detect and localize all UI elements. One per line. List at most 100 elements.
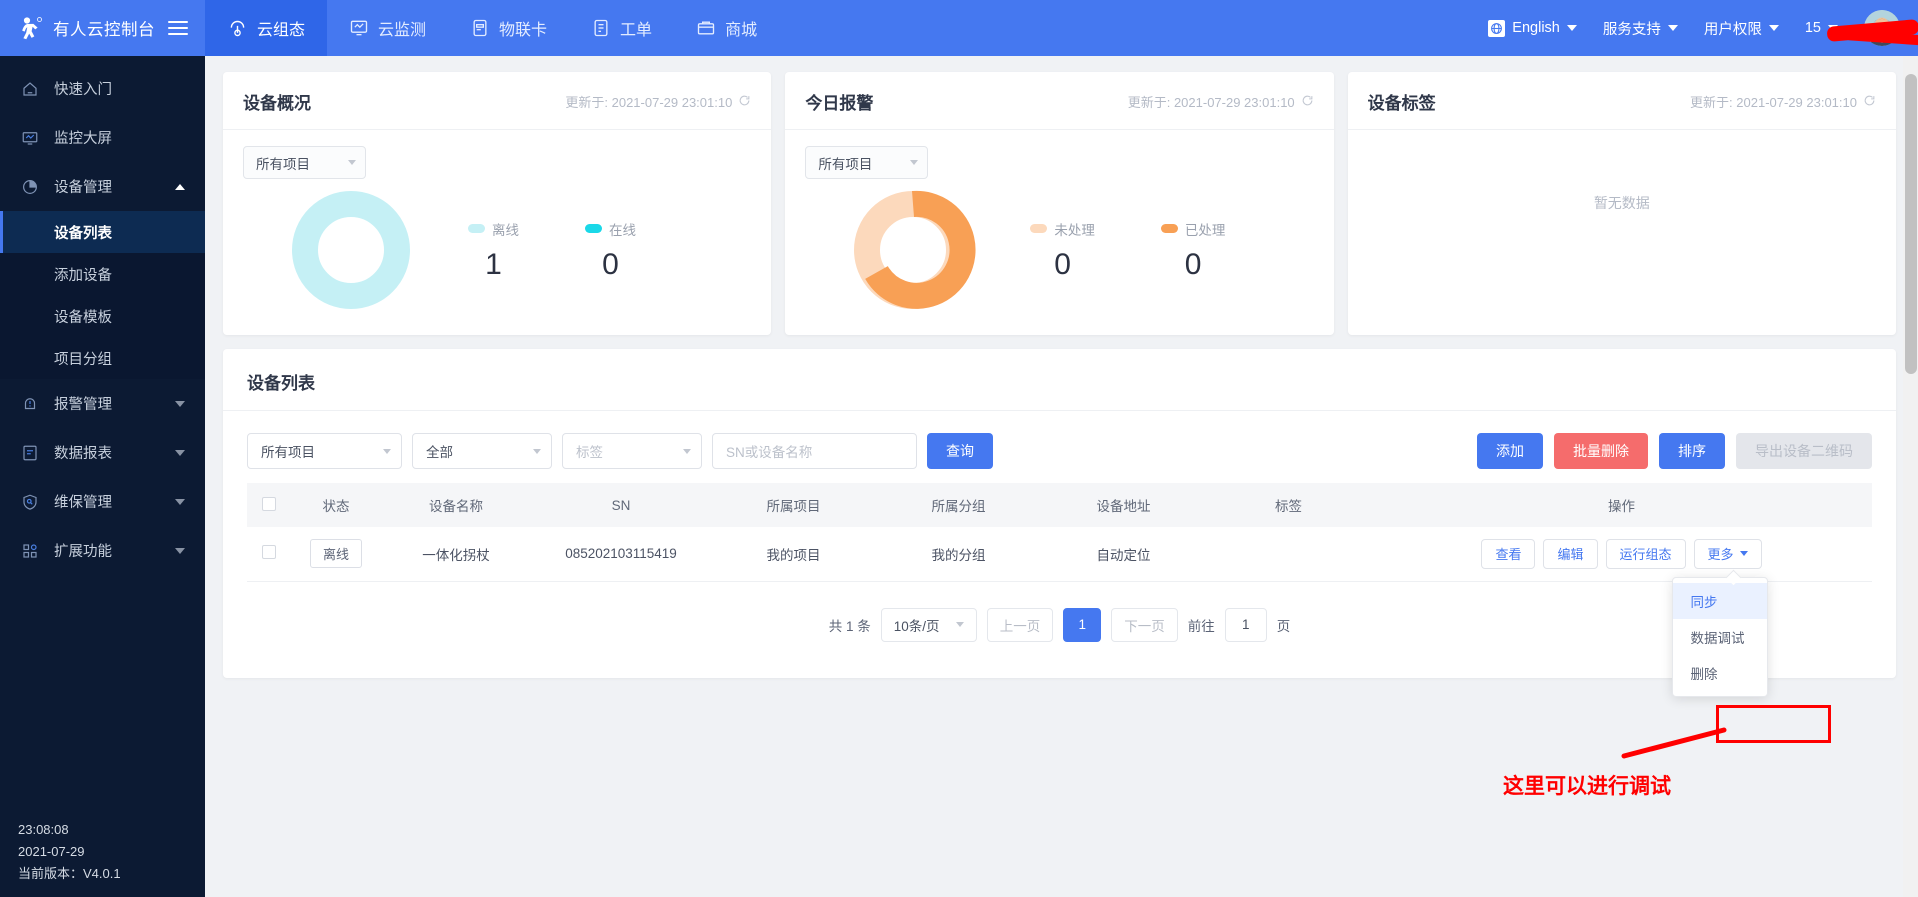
page-scrollbar[interactable] (1903, 56, 1918, 897)
select-all-checkbox[interactable] (262, 496, 276, 511)
legend-value: 1 (485, 247, 502, 281)
next-page-button[interactable]: 下一页 (1111, 607, 1178, 642)
edit-button[interactable]: 编辑 (1543, 538, 1598, 569)
sidebar-item-maintenance[interactable]: 维保管理 (0, 477, 205, 526)
toolbar-actions: 添加 批量删除 排序 导出设备二维码 (1477, 433, 1872, 469)
dropdown-item-delete[interactable]: 删除 (1673, 655, 1767, 691)
project-filter[interactable]: 所有项目 (247, 433, 402, 469)
column-status: 状态 (291, 483, 381, 527)
sidebar-item-alarm-management[interactable]: 报警管理 (0, 379, 205, 428)
annotation-text: 这里可以进行调试 (1503, 775, 1671, 798)
chevron-down-icon (1667, 25, 1678, 31)
page-number-1[interactable]: 1 (1063, 607, 1102, 642)
permissions-menu[interactable]: 用户权限 (1704, 18, 1779, 39)
tab-yunjiance[interactable]: 云监测 (327, 0, 448, 56)
page-size-select[interactable]: 10条/页 (880, 607, 977, 642)
more-dropdown-wrap: 更多 同步 数据调试 删除 (1671, 538, 1768, 697)
empty-state-text: 暂无数据 (1593, 195, 1650, 211)
card-updated: 更新于: 2021-07-29 23:01:10 (1690, 92, 1876, 111)
sidebar-subitem-device-list[interactable]: 设备列表 (0, 211, 205, 253)
account-menu[interactable]: 15 (1804, 19, 1918, 46)
card-updated-label: 更新于: 2021-07-29 23:01:10 (1690, 95, 1857, 110)
dropdown-item-data-debug[interactable]: 数据调试 (1673, 619, 1767, 655)
tab-shangcheng[interactable]: 商城 (674, 0, 779, 56)
donut-chart-alarms (805, 187, 1020, 313)
card-device-overview: 设备概况 更新于: 2021-07-29 23:01:10 所有项目 离线 1 … (223, 72, 772, 335)
card-header: 设备标签 更新于: 2021-07-29 23:01:10 (1347, 72, 1896, 130)
more-dropdown-menu: 同步 数据调试 删除 (1671, 576, 1768, 697)
batch-delete-button[interactable]: 批量删除 (1554, 433, 1648, 469)
goto-page-input[interactable]: 1 (1224, 607, 1267, 642)
tab-label: 工单 (620, 22, 653, 39)
sort-button[interactable]: 排序 (1659, 433, 1725, 469)
tag-filter[interactable]: 标签 (562, 433, 702, 469)
add-device-button[interactable]: 添加 (1477, 433, 1543, 469)
tab-gongdan[interactable]: 工单 (569, 0, 674, 56)
language-selector[interactable]: English (1488, 19, 1577, 37)
dropdown-item-sync[interactable]: 同步 (1672, 582, 1767, 619)
header-right: English 服务支持 用户权限 15 (1488, 0, 1918, 56)
legend-swatch (585, 224, 602, 233)
view-button[interactable]: 查看 (1481, 538, 1536, 569)
chart-legend: 离线 1 在线 0 (458, 219, 636, 282)
alarm-project-filter-value: 所有项目 (818, 156, 873, 172)
sidebar-subitem-add-device[interactable]: 添加设备 (0, 253, 205, 295)
column-device-name: 设备名称 (381, 483, 531, 527)
sidebar-item-data-report[interactable]: 数据报表 (0, 428, 205, 477)
page-size-value: 10条/页 (893, 618, 940, 634)
card-header: 设备概况 更新于: 2021-07-29 23:01:10 (223, 72, 772, 130)
support-menu[interactable]: 服务支持 (1603, 18, 1678, 39)
globe-icon (1488, 19, 1506, 37)
status-filter[interactable]: 全部 (412, 433, 552, 469)
sidebar-item-dashboard[interactable]: 监控大屏 (0, 113, 205, 162)
sidebar-item-device-management[interactable]: 设备管理 (0, 162, 205, 211)
tab-wulianka[interactable]: 物联卡 (448, 0, 569, 56)
run-config-button[interactable]: 运行组态 (1605, 538, 1686, 569)
tab-yunzutai[interactable]: 云组态 (205, 0, 328, 56)
search-button[interactable]: 查询 (927, 433, 993, 469)
legend-label: 未处理 (1054, 222, 1095, 238)
sidebar-subitem-project-group[interactable]: 项目分组 (0, 337, 205, 379)
sidebar-item-extensions[interactable]: 扩展功能 (0, 526, 205, 575)
row-sn: 085202103115419 (531, 527, 711, 582)
report-icon (20, 444, 40, 462)
top-nav: 云组态 云监测 物联卡 工单 商城 (205, 0, 779, 56)
project-filter-select[interactable]: 所有项目 (243, 146, 366, 179)
table-row[interactable]: 离线 一体化拐杖 085202103115419 我的项目 我的分组 自动定位 … (247, 527, 1872, 697)
top-header: 有人云控制台 云组态 云监测 物联卡 工单 商城 English 服务支持 用户… (0, 0, 1918, 56)
scrollbar-thumb[interactable] (1905, 74, 1917, 374)
card-title: 设备概况 (243, 94, 311, 113)
table-head: 状态 设备名称 SN 所属项目 所属分组 设备地址 标签 操作 (247, 483, 1872, 527)
row-actions: 查看 编辑 运行组态 更多 同步 数据调试 删除 (1371, 538, 1872, 697)
card-title: 今日报警 (805, 94, 874, 113)
alarm-project-filter-select[interactable]: 所有项目 (805, 146, 929, 179)
row-checkbox[interactable] (262, 545, 276, 560)
column-project: 所属项目 (711, 483, 876, 527)
search-placeholder: SN或设备名称 (726, 445, 813, 460)
refresh-icon[interactable] (738, 94, 751, 110)
more-button[interactable]: 更多 (1693, 538, 1762, 569)
menu-toggle-icon[interactable] (168, 20, 188, 36)
donut-chart-offline-online (243, 187, 458, 313)
column-address: 设备地址 (1041, 483, 1206, 527)
row-status-cell: 离线 (291, 527, 381, 582)
footer-version: 当前版本：V4.0.1 (18, 866, 121, 881)
search-input[interactable]: SN或设备名称 (712, 433, 917, 469)
legend-swatch (1160, 224, 1178, 233)
monitor-icon (349, 18, 369, 38)
account-label: 15 (1804, 20, 1821, 36)
sidebar-subitem-device-template[interactable]: 设备模板 (0, 295, 205, 337)
sidebar-item-quickstart[interactable]: 快速入门 (0, 64, 205, 113)
legend-label: 在线 (609, 222, 636, 238)
column-group: 所属分组 (876, 483, 1041, 527)
more-label: 更多 (1707, 547, 1734, 563)
sidebar-item-label: 数据报表 (54, 446, 112, 462)
project-filter-value: 所有项目 (256, 156, 310, 172)
prev-page-button[interactable]: 上一页 (986, 607, 1054, 642)
refresh-icon[interactable] (1863, 94, 1876, 110)
refresh-icon[interactable] (1301, 94, 1314, 110)
sidebar-item-label: 报警管理 (54, 397, 112, 413)
sidebar-item-label: 扩展功能 (54, 544, 112, 560)
brand[interactable]: 有人云控制台 (0, 0, 205, 56)
row-address: 自动定位 (1041, 527, 1206, 582)
